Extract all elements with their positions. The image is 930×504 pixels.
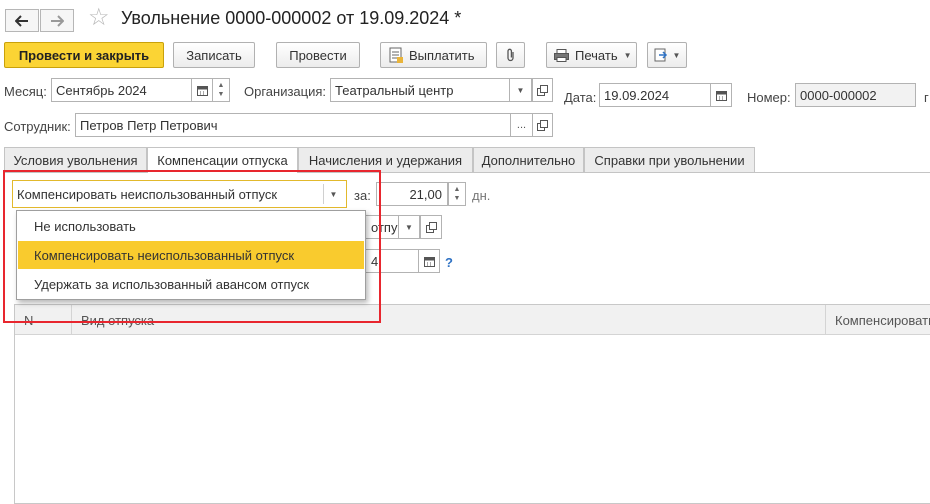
partial-select-dropdown[interactable]: ▼ xyxy=(398,215,420,239)
calendar-icon xyxy=(423,256,435,267)
for-label: за: xyxy=(354,188,371,203)
tab-divider xyxy=(4,172,930,173)
days-field[interactable]: 21,00 xyxy=(376,182,448,206)
month-label: Месяц: xyxy=(4,84,47,99)
month-field[interactable]: Сентябрь 2024 xyxy=(51,78,192,102)
partial-open-button[interactable] xyxy=(420,215,442,239)
back-button[interactable] xyxy=(5,9,39,32)
calendar-icon xyxy=(196,85,208,96)
employee-select-button[interactable]: ... xyxy=(510,113,533,137)
tab-vacation-compensation[interactable]: Компенсации отпуска xyxy=(147,147,298,173)
employee-label: Сотрудник: xyxy=(4,119,71,134)
page-title: Увольнение 0000-000002 от 19.09.2024 * xyxy=(121,8,462,28)
tab-dismissal-conditions[interactable]: Условия увольнения xyxy=(4,147,147,172)
number-suffix: г xyxy=(924,90,929,105)
chevron-down-icon: ▼ xyxy=(672,50,681,60)
stepper-down-icon[interactable]: ▼ xyxy=(218,90,225,99)
vacation-table: N Вид отпуска Компенсировать xyxy=(14,304,930,504)
post-button[interactable]: Провести xyxy=(276,42,360,68)
column-divider xyxy=(71,305,72,335)
days-unit-label: дн. xyxy=(472,188,491,203)
partial-date-text: 4 xyxy=(371,253,379,269)
stepper-down-icon[interactable]: ▼ xyxy=(454,194,461,203)
ellipsis-icon: ... xyxy=(516,119,527,131)
column-compensate[interactable]: Компенсировать xyxy=(835,313,930,328)
create-based-icon xyxy=(654,48,667,62)
organization-dropdown-button[interactable]: ▼ xyxy=(509,78,532,102)
column-vacation-type[interactable]: Вид отпуска xyxy=(81,313,154,328)
open-form-icon xyxy=(537,119,548,131)
create-based-on-button[interactable]: ▼ xyxy=(647,42,687,68)
chevron-down-icon: ▼ xyxy=(405,222,413,232)
attach-button[interactable] xyxy=(496,42,525,68)
help-icon[interactable]: ? xyxy=(445,255,453,270)
chevron-down-icon: ▼ xyxy=(516,85,525,95)
stepper-up-icon[interactable]: ▲ xyxy=(454,185,461,194)
tab-additional[interactable]: Дополнительно xyxy=(473,147,584,172)
option-do-not-use[interactable]: Не использовать xyxy=(18,212,364,240)
document-icon xyxy=(389,47,403,63)
print-label: Печать xyxy=(575,47,618,63)
option-withhold-advance[interactable]: Удержать за использованный авансом отпус… xyxy=(18,270,364,298)
open-form-icon xyxy=(425,221,437,233)
organization-open-button[interactable] xyxy=(532,78,553,102)
arrow-right-icon xyxy=(51,14,64,27)
stepper-up-icon[interactable]: ▲ xyxy=(218,81,225,90)
favorite-star-icon[interactable]: ☆ xyxy=(88,6,110,30)
column-divider xyxy=(825,305,826,335)
date-label: Дата: xyxy=(564,90,597,105)
date-calendar-button[interactable] xyxy=(710,83,732,107)
organization-field[interactable]: Театральный центр xyxy=(330,78,532,102)
table-header: N Вид отпуска Компенсировать xyxy=(15,305,930,335)
number-field[interactable]: 0000-000002 xyxy=(795,83,916,107)
tab-dismissal-certificates[interactable]: Справки при увольнении xyxy=(584,147,755,172)
pay-button[interactable]: Выплатить xyxy=(380,42,487,68)
compensation-dropdown-button[interactable]: ▼ xyxy=(323,184,343,204)
employee-open-button[interactable] xyxy=(532,113,553,137)
calendar-icon xyxy=(715,90,727,101)
arrow-left-icon xyxy=(15,14,28,27)
open-form-icon xyxy=(537,84,548,96)
days-stepper[interactable]: ▲ ▼ xyxy=(448,182,466,206)
calendar-button[interactable] xyxy=(191,78,213,102)
print-button[interactable]: Печать ▼ xyxy=(546,42,637,68)
month-stepper[interactable]: ▲ ▼ xyxy=(212,78,230,102)
column-n[interactable]: N xyxy=(24,313,33,328)
partial-calendar-button[interactable] xyxy=(418,249,440,273)
date-field[interactable]: 19.09.2024 xyxy=(599,83,711,107)
forward-button[interactable] xyxy=(40,9,74,32)
chevron-down-icon: ▼ xyxy=(329,189,338,199)
number-label: Номер: xyxy=(747,90,791,105)
pay-label: Выплатить xyxy=(409,47,475,63)
printer-icon xyxy=(554,48,569,62)
compensation-select[interactable]: Компенсировать неиспользованный отпуск xyxy=(12,180,347,208)
save-button[interactable]: Записать xyxy=(173,42,255,68)
compensation-dropdown-list: Не использовать Компенсировать неиспольз… xyxy=(16,210,366,300)
partial-select-text: отпу xyxy=(371,219,398,235)
option-compensate-unused[interactable]: Компенсировать неиспользованный отпуск xyxy=(18,241,364,269)
chevron-down-icon: ▼ xyxy=(623,50,632,60)
employee-field[interactable]: Петров Петр Петрович xyxy=(75,113,533,137)
post-and-close-button[interactable]: Провести и закрыть xyxy=(4,42,164,68)
tab-accruals-deductions[interactable]: Начисления и удержания xyxy=(298,147,473,172)
organization-label: Организация: xyxy=(244,84,327,99)
paperclip-icon xyxy=(506,48,514,62)
